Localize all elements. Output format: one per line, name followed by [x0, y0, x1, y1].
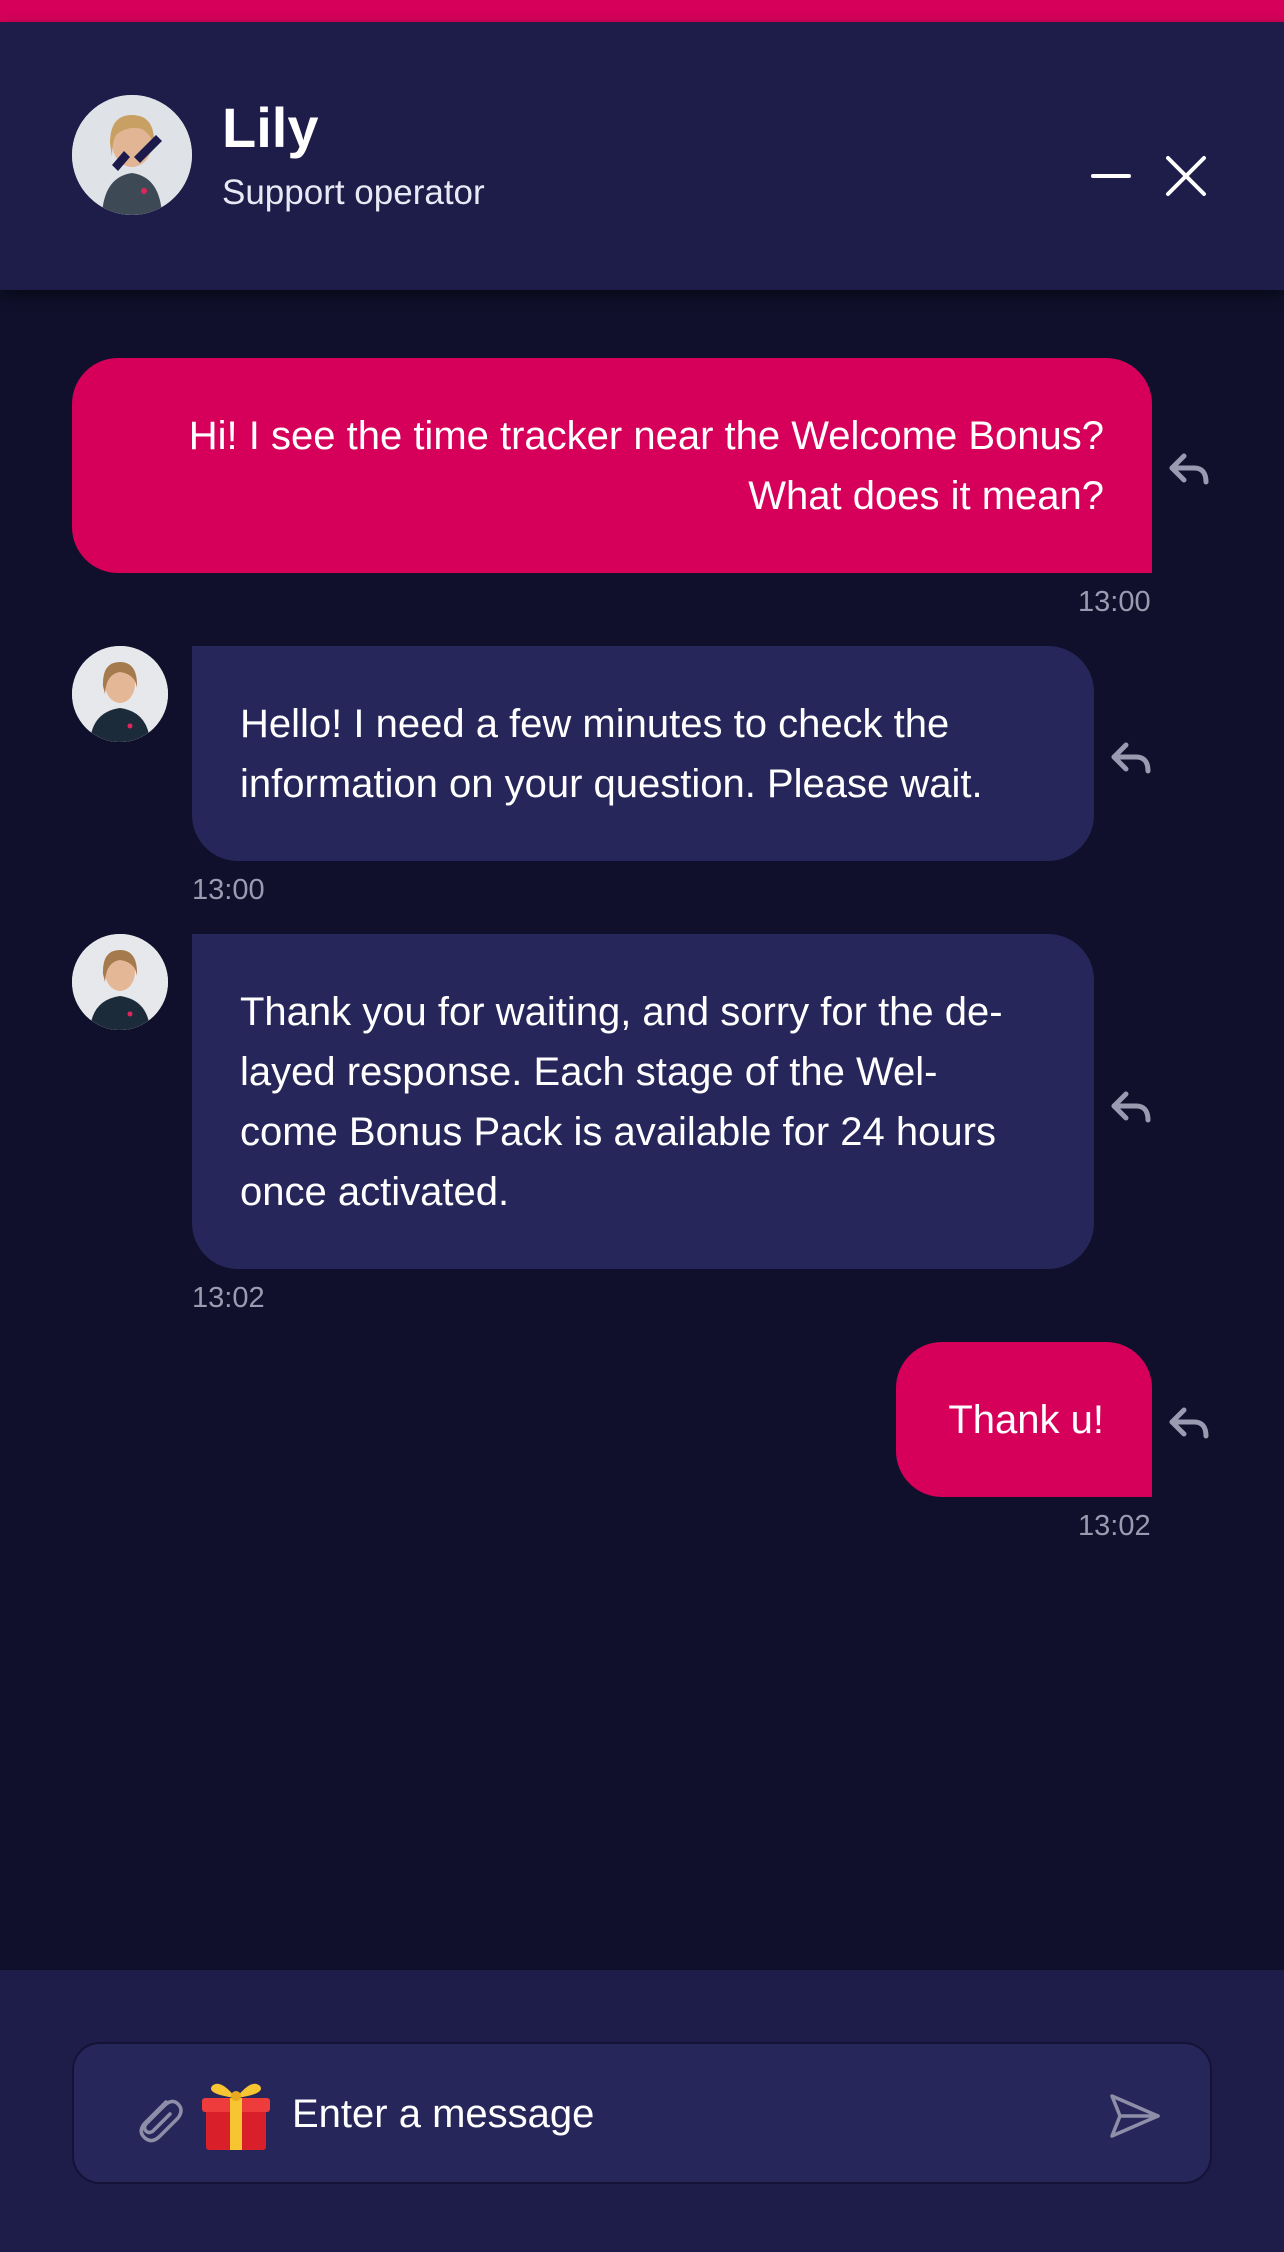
paperclip-icon: [139, 2099, 183, 2143]
send-icon: [1110, 2094, 1160, 2138]
message-timestamp: 13:00: [192, 874, 265, 906]
message-input[interactable]: [292, 2074, 1092, 2154]
outgoing-message: Thank u!: [896, 1342, 1152, 1497]
message-line: layed response. Each stage of the Wel-: [240, 1050, 938, 1094]
gift-icon: [202, 2083, 270, 2150]
close-icon: [1166, 156, 1206, 196]
outgoing-message: Hi! I see the time tracker near the Welc…: [72, 358, 1152, 573]
minimize-icon: [1091, 174, 1131, 178]
message-line: come Bonus Pack is available for 24 hour…: [240, 1110, 996, 1154]
message-composer: [72, 2042, 1212, 2184]
reply-icon: [1111, 742, 1151, 774]
incoming-message: Thank you for waiting, and sorry for the…: [192, 934, 1094, 1269]
minimize-button[interactable]: [1081, 146, 1141, 206]
message-line: information on your question. Please wai…: [240, 762, 983, 806]
message-timestamp: 13:00: [1078, 586, 1151, 618]
chat-header: Lily Support operator: [0, 22, 1284, 290]
message-line: once activated.: [240, 1170, 510, 1214]
incoming-message: Hello! I need a few minutes to check the…: [192, 646, 1094, 861]
gift-button[interactable]: [198, 2074, 274, 2154]
message-line: Hi! I see the time tracker near the Welc…: [188, 414, 1104, 458]
reply-icon: [1111, 1091, 1151, 1123]
reply-button[interactable]: [1106, 733, 1156, 783]
reply-button[interactable]: [1164, 444, 1214, 494]
top-accent-bar: [0, 0, 1284, 22]
reply-button[interactable]: [1106, 1082, 1156, 1132]
message-line: What does it mean?: [748, 474, 1104, 518]
message-line: Thank you for waiting, and sorry for the…: [240, 990, 1003, 1034]
operator-portrait: [72, 934, 168, 1030]
reply-button[interactable]: [1164, 1398, 1214, 1448]
message-timestamp: 13:02: [192, 1282, 265, 1314]
operator-avatar-small: [72, 646, 168, 742]
close-button[interactable]: [1156, 146, 1216, 206]
operator-portrait: [72, 95, 192, 215]
message-timestamp: 13:02: [1078, 1510, 1151, 1542]
operator-portrait: [72, 646, 168, 742]
operator-avatar-small: [72, 934, 168, 1030]
operator-avatar: [72, 95, 192, 215]
message-line: Hello! I need a few minutes to check the: [240, 702, 950, 746]
reply-icon: [1169, 1407, 1209, 1439]
reply-icon: [1169, 453, 1209, 485]
message-line: Thank u!: [948, 1398, 1104, 1442]
operator-name: Lily: [222, 96, 319, 159]
operator-role: Support operator: [222, 173, 485, 212]
send-button[interactable]: [1104, 2086, 1164, 2146]
attach-button[interactable]: [128, 2086, 188, 2146]
